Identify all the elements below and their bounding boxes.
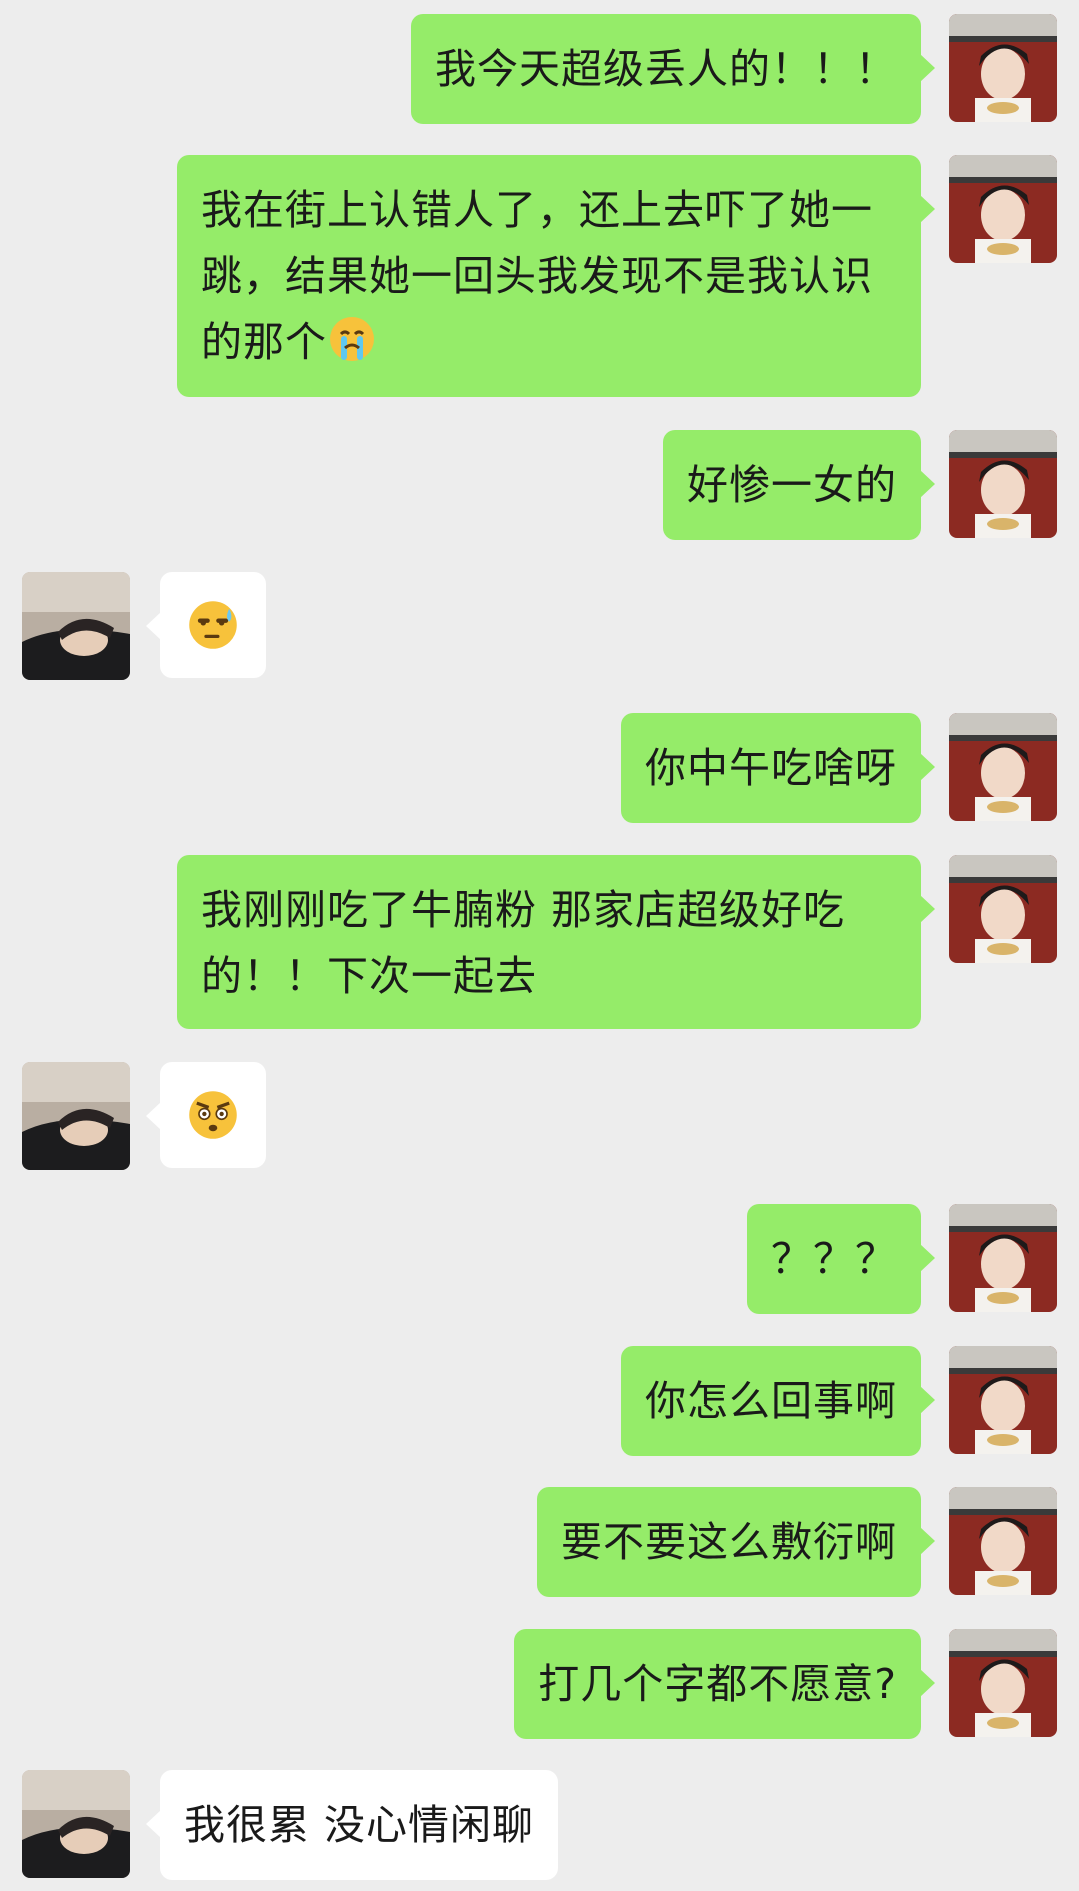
- friend-avatar[interactable]: [22, 1770, 130, 1878]
- sweat-unamused-face-icon: [189, 601, 237, 649]
- message-bubble[interactable]: 你中午吃啥呀: [621, 713, 935, 823]
- message-bubble[interactable]: [146, 572, 266, 678]
- my-avatar[interactable]: [949, 1629, 1057, 1737]
- message-text: 我很累 没心情闲聊: [184, 1801, 535, 1849]
- my-avatar[interactable]: [949, 855, 1057, 963]
- friend-avatar[interactable]: [22, 572, 130, 680]
- crying-face-icon: [330, 317, 374, 361]
- message-bubble[interactable]: 我今天超级丢人的！！！: [411, 14, 935, 124]
- message-bubble[interactable]: 你怎么回事啊: [621, 1346, 935, 1456]
- my-avatar[interactable]: [949, 1204, 1057, 1312]
- message-text: 你中午吃啥呀: [645, 744, 897, 792]
- message-text: 好惨一女的: [687, 461, 897, 509]
- flushed-angry-face-icon: [189, 1091, 237, 1139]
- message-bubble[interactable]: 要不要这么敷衍啊: [537, 1487, 935, 1597]
- message-text: 我在街上认错人了，还上去吓了她一跳，结果她一回头我发现不是我认识的那个: [201, 186, 873, 366]
- message-text: 要不要这么敷衍啊: [561, 1518, 897, 1566]
- my-avatar[interactable]: [949, 1346, 1057, 1454]
- message-text: 打几个字都不愿意?: [538, 1660, 897, 1708]
- message-bubble[interactable]: [146, 1062, 266, 1168]
- message-text: 我今天超级丢人的！！！: [435, 45, 897, 93]
- chat-message-list: 我今天超级丢人的！！！ 我在街上认错人了，还上去吓了她一跳，结果她一回头我发现不…: [0, 0, 1079, 1891]
- message-bubble[interactable]: ？？？: [747, 1204, 935, 1314]
- message-text: 你怎么回事啊: [645, 1377, 897, 1425]
- friend-avatar[interactable]: [22, 1062, 130, 1170]
- my-avatar[interactable]: [949, 430, 1057, 538]
- my-avatar[interactable]: [949, 1487, 1057, 1595]
- my-avatar[interactable]: [949, 14, 1057, 122]
- my-avatar[interactable]: [949, 713, 1057, 821]
- message-bubble[interactable]: 我很累 没心情闲聊: [145, 1770, 559, 1880]
- message-bubble[interactable]: 我刚刚吃了牛腩粉 那家店超级好吃的！！下次一起去: [177, 855, 935, 1029]
- message-bubble[interactable]: 我在街上认错人了，还上去吓了她一跳，结果她一回头我发现不是我认识的那个: [177, 155, 935, 397]
- message-bubble[interactable]: 好惨一女的: [663, 430, 935, 540]
- message-bubble[interactable]: 打几个字都不愿意?: [514, 1629, 935, 1739]
- message-text: 我刚刚吃了牛腩粉 那家店超级好吃的！！下次一起去: [201, 886, 846, 1000]
- my-avatar[interactable]: [949, 155, 1057, 263]
- message-text: ？？？: [771, 1235, 897, 1283]
